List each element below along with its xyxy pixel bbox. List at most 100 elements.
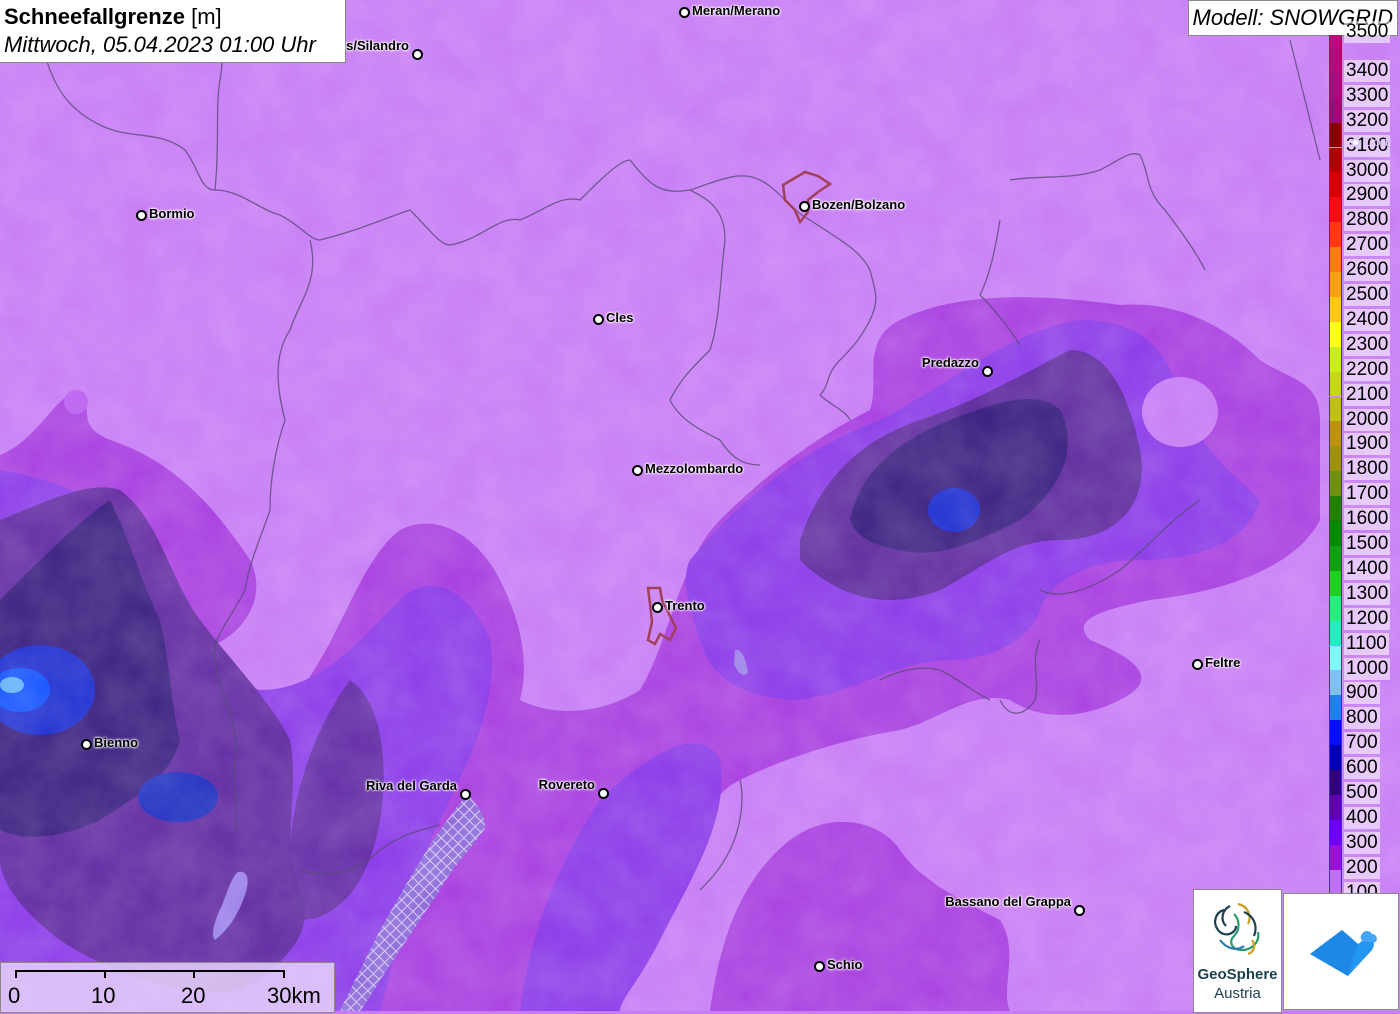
legend-item: 3500 xyxy=(1329,21,1400,48)
legend-item: 2100 xyxy=(1329,371,1400,406)
legend-item: 500 xyxy=(1329,770,1400,804)
map-title-panel: Schneefallgrenze [m] Mittwoch, 05.04.202… xyxy=(0,0,346,63)
city-marker[interactable] xyxy=(632,465,643,476)
weather-app-logo[interactable] xyxy=(1283,893,1399,1010)
city-label[interactable]: s/Silandro xyxy=(346,38,409,53)
city-label[interactable]: Corti xyxy=(1364,134,1391,149)
legend-swatch xyxy=(1329,745,1342,770)
scale-label-10: 10 xyxy=(91,983,116,1008)
city-label[interactable]: Cles xyxy=(606,310,633,325)
city-marker[interactable] xyxy=(799,201,810,212)
legend-swatch xyxy=(1329,296,1342,322)
legend-swatch xyxy=(1329,695,1342,721)
city-marker[interactable] xyxy=(982,366,993,377)
map-datetime: Mittwoch, 05.04.2023 01:00 Uhr xyxy=(4,32,316,57)
legend-item: 2200 xyxy=(1329,346,1400,381)
legend-item: 2000 xyxy=(1329,396,1400,431)
city-marker[interactable] xyxy=(136,210,147,221)
geosphere-country: Austria xyxy=(1214,985,1261,1002)
legend-swatch xyxy=(1329,645,1342,671)
legend-item: 1000 xyxy=(1329,645,1400,680)
scale-label-0: 0 xyxy=(8,983,21,1008)
city-label[interactable]: Bozen/Bolzano xyxy=(812,197,905,212)
legend-item: 3400 xyxy=(1329,47,1400,82)
city-marker[interactable] xyxy=(598,788,609,799)
terrain-relief xyxy=(0,0,1400,1011)
legend-item: 2400 xyxy=(1329,296,1400,331)
legend-item: 800 xyxy=(1329,695,1400,730)
legend-swatch xyxy=(1329,794,1342,820)
scale-label-20: 20 xyxy=(181,983,206,1008)
legend-swatch xyxy=(1329,595,1342,621)
legend-swatch xyxy=(1329,172,1342,198)
city-label[interactable]: Rovereto xyxy=(539,777,595,792)
city-label[interactable]: Feltre xyxy=(1205,655,1240,670)
legend-swatch xyxy=(1329,272,1342,297)
legend-item: 3000 xyxy=(1329,147,1400,182)
city-label[interactable]: Trento xyxy=(665,598,705,613)
legend-item: 2600 xyxy=(1329,247,1400,282)
legend-swatch xyxy=(1329,97,1342,123)
city-marker[interactable] xyxy=(1074,905,1085,916)
geosphere-logo-icon xyxy=(1214,902,1260,956)
city-marker[interactable] xyxy=(679,7,690,18)
legend-swatch xyxy=(1329,720,1342,746)
legend-swatch xyxy=(1329,396,1342,422)
legend-swatch xyxy=(1329,72,1342,98)
city-label[interactable]: Mezzolombardo xyxy=(645,461,743,476)
legend-swatch xyxy=(1329,197,1342,223)
city-label[interactable]: Riva del Garda xyxy=(366,778,457,793)
legend-swatch xyxy=(1329,47,1342,73)
city-label[interactable]: Meran/Merano xyxy=(692,3,780,18)
color-legend: 3500 3400 3300 3200 3100 3000 2900 2800 2700 2600… xyxy=(1329,21,1400,904)
legend-item: 1200 xyxy=(1329,595,1400,630)
legend-item: 1100 xyxy=(1329,620,1400,655)
legend-item: 1400 xyxy=(1329,545,1400,580)
legend-swatch xyxy=(1329,471,1342,497)
legend-swatch xyxy=(1329,521,1342,546)
legend-item: 2900 xyxy=(1329,172,1400,207)
city-label[interactable]: Schio xyxy=(827,957,862,972)
snowline-map[interactable] xyxy=(0,0,1400,1011)
legend-swatch xyxy=(1329,670,1342,696)
city-marker[interactable] xyxy=(81,739,92,750)
city-label[interactable]: Bormio xyxy=(149,206,195,221)
geosphere-logo[interactable]: GeoSphere Austria xyxy=(1193,889,1282,1013)
legend-swatch xyxy=(1329,35,1342,48)
legend-swatch xyxy=(1329,844,1342,870)
legend-item: 2800 xyxy=(1329,197,1400,232)
legend-item: 2500 xyxy=(1329,272,1400,306)
legend-item: 1600 xyxy=(1329,496,1400,531)
legend-swatch xyxy=(1329,770,1342,795)
map-title: Schneefallgrenze [m] xyxy=(4,4,222,30)
city-marker[interactable] xyxy=(1351,138,1360,147)
legend-swatch xyxy=(1329,496,1342,521)
scale-tick xyxy=(15,970,17,978)
city-marker[interactable] xyxy=(593,314,604,325)
city-marker[interactable] xyxy=(814,961,825,972)
city-label[interactable]: Predazzo xyxy=(922,355,979,370)
legend-swatch xyxy=(1329,446,1342,472)
scale-label-30km: 30km xyxy=(267,983,321,1008)
city-marker[interactable] xyxy=(652,602,663,613)
city-label[interactable]: Bienno xyxy=(94,735,138,750)
legend-swatch xyxy=(1329,869,1342,895)
city-label[interactable]: Bassano del Grappa xyxy=(945,894,1071,909)
city-marker[interactable] xyxy=(1192,659,1203,670)
legend-item: 300 xyxy=(1329,819,1400,854)
legend-item: 1900 xyxy=(1329,421,1400,456)
legend-item: 900 xyxy=(1329,670,1400,705)
legend-swatch xyxy=(1329,321,1342,347)
legend-swatch xyxy=(1329,122,1342,148)
scale-bar: 0 10 20 30km xyxy=(0,962,335,1013)
legend-swatch xyxy=(1329,247,1342,272)
legend-swatch xyxy=(1329,222,1342,248)
city-marker[interactable] xyxy=(412,49,423,60)
legend-swatch xyxy=(1329,346,1342,372)
scale-tick xyxy=(104,970,106,978)
title-unit: [m] xyxy=(191,4,222,29)
legend-swatch xyxy=(1329,570,1342,596)
city-marker[interactable] xyxy=(460,789,471,800)
legend-label: 3500 xyxy=(1344,21,1391,43)
legend-item: 400 xyxy=(1329,794,1400,829)
